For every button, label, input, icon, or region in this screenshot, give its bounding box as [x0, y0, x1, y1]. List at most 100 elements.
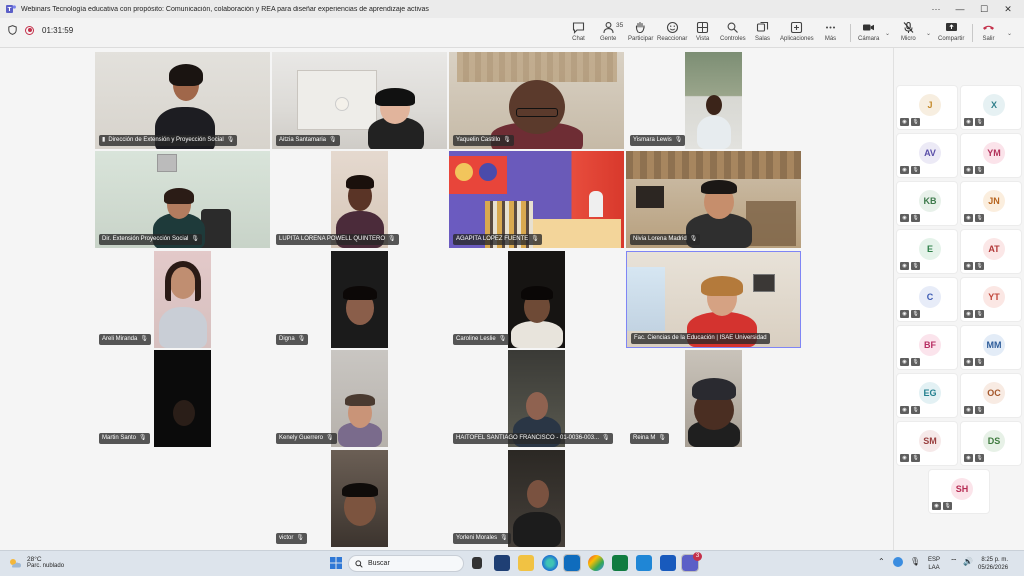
- video-tile[interactable]: Kenely Guerrero 🎙: [272, 350, 447, 447]
- roster-participant-card[interactable]: YT ◉ 🎙: [960, 277, 1022, 322]
- roster-participant-card[interactable]: C ◉ 🎙: [896, 277, 958, 322]
- participant-icon: ◉: [900, 310, 909, 318]
- participant-roster: J ◉ 🎙 X ◉ 🎙 AV ◉ 🎙 YM ◉ 🎙 KB ◉ 🎙 JN ◉ 🎙 E ◉ 🎙 AT ◉ 🎙 C ◉ 🎙 YT ◉ 🎙 BF ◉ 🎙…: [893, 48, 1024, 550]
- roster-participant-card[interactable]: AV ◉ 🎙: [896, 133, 958, 178]
- video-tile[interactable]: Reina M 🎙: [626, 350, 801, 447]
- participant-name-tag: Areli Miranda 🎙: [99, 334, 151, 345]
- video-tile[interactable]: Yismara Lewis 🎙: [626, 52, 801, 149]
- roster-participant-card[interactable]: EG ◉ 🎙: [896, 373, 958, 418]
- video-tile[interactable]: Yorleni Morales 🎙: [449, 450, 624, 547]
- raise-hand-button[interactable]: Participar: [628, 21, 653, 42]
- maximize-button[interactable]: ☐: [972, 4, 996, 15]
- video-tile[interactable]: Martin Santo 🎙: [95, 350, 270, 447]
- roster-participant-card[interactable]: SH ◉ 🎙: [928, 469, 990, 514]
- roster-participant-card[interactable]: AT ◉ 🎙: [960, 229, 1022, 274]
- participant-name-tag: Aitzia Santamaria 🎙: [276, 135, 340, 146]
- share-button[interactable]: Compartir: [938, 21, 964, 42]
- participant-name-tag: Nivia Lorena Madrid 🎙: [630, 234, 701, 245]
- video-tile[interactable]: Nivia Lorena Madrid 🎙: [626, 151, 801, 248]
- video-tile[interactable]: HAITOFEL SANTIAGO FRANCISCO - 01-0036-00…: [449, 350, 624, 447]
- camera-options-chevron-icon[interactable]: ⌄: [885, 30, 890, 37]
- close-button[interactable]: ✕: [996, 4, 1020, 15]
- participant-icon: ◉: [900, 406, 909, 414]
- leave-button[interactable]: Salir: [982, 21, 995, 42]
- app-icon[interactable]: [494, 555, 510, 571]
- tray-chevron-icon[interactable]: ⌃: [878, 558, 885, 566]
- video-tile[interactable]: Digna 🎙: [272, 251, 447, 348]
- volume-icon[interactable]: 🔊: [963, 558, 973, 566]
- avatar: OC: [983, 382, 1005, 404]
- hand-icon: [636, 21, 645, 34]
- weather-widget[interactable]: 28°C Parc. nublado: [8, 556, 64, 569]
- word-icon[interactable]: [660, 555, 676, 571]
- roster-participant-card[interactable]: OC ◉ 🎙: [960, 373, 1022, 418]
- chrome-icon[interactable]: [588, 555, 604, 571]
- roster-participant-card[interactable]: J ◉ 🎙: [896, 85, 958, 130]
- react-button[interactable]: Reaccionar: [657, 21, 687, 42]
- active-speaker-tile[interactable]: Fac. Ciencias de la Educación | ISAE Uni…: [626, 251, 801, 348]
- mic-off-icon: 🎙: [975, 214, 984, 222]
- edge-browser-icon[interactable]: [542, 555, 558, 571]
- leave-options-chevron-icon[interactable]: ⌄: [1007, 30, 1012, 37]
- excel-icon[interactable]: [612, 555, 628, 571]
- avatar: YM: [983, 142, 1005, 164]
- roster-participant-card[interactable]: X ◉ 🎙: [960, 85, 1022, 130]
- mic-tray-icon[interactable]: 🎙: [910, 558, 920, 566]
- roster-participant-card[interactable]: DS ◉ 🎙: [960, 421, 1022, 466]
- rooms-button[interactable]: Salas: [755, 21, 770, 42]
- video-tile[interactable]: Dir. Extensión Proyección Social 🎙: [95, 151, 270, 248]
- participant-icon: ◉: [964, 358, 973, 366]
- status-icons: ◉ 🎙: [964, 262, 984, 270]
- roster-participant-card[interactable]: JN ◉ 🎙: [960, 181, 1022, 226]
- view-button[interactable]: Vista: [696, 21, 709, 42]
- video-tile[interactable]: Caroline Leslie 🎙: [449, 251, 624, 348]
- video-tile[interactable]: Aitzia Santamaria 🎙: [272, 52, 447, 149]
- roster-participant-card[interactable]: E ◉ 🎙: [896, 229, 958, 274]
- mic-button[interactable]: Micro: [901, 21, 916, 42]
- shield-icon[interactable]: [8, 25, 17, 35]
- video-tile[interactable]: Areli Miranda 🎙: [95, 251, 270, 348]
- outlook-icon[interactable]: [563, 554, 581, 572]
- participant-icon: ◉: [964, 166, 973, 174]
- avatar: C: [919, 286, 941, 308]
- photos-icon[interactable]: [636, 555, 652, 571]
- roster-participant-card[interactable]: BF ◉ 🎙: [896, 325, 958, 370]
- roster-participant-card[interactable]: KB ◉ 🎙: [896, 181, 958, 226]
- mic-off-icon: 🎙: [329, 137, 337, 143]
- more-button[interactable]: Más: [824, 21, 837, 42]
- camera-button[interactable]: Cámara: [858, 21, 879, 42]
- video-tile[interactable]: AGAPITA LOPEZ FUENTE 🎙: [449, 151, 624, 248]
- wifi-icon[interactable]: ⌔: [950, 558, 958, 566]
- teams-taskbar-icon[interactable]: 3: [681, 552, 702, 572]
- toolbar-separator: [850, 24, 851, 42]
- minimize-button[interactable]: —: [948, 4, 972, 14]
- file-explorer-icon[interactable]: [518, 555, 534, 571]
- video-tile[interactable]: LUPITA LORENA POWELL QUINTERO 🎙: [272, 151, 447, 248]
- roster-participant-card[interactable]: MM ◉ 🎙: [960, 325, 1022, 370]
- controls-button[interactable]: Controles: [720, 21, 746, 42]
- mic-off-icon: 🎙: [911, 454, 920, 462]
- signal-icon: ▮: [102, 137, 106, 143]
- taskbar-search[interactable]: Buscar: [348, 555, 464, 572]
- roster-participant-card[interactable]: YM ◉ 🎙: [960, 133, 1022, 178]
- participant-icon: ◉: [900, 454, 909, 462]
- video-tile[interactable]: ▮ Dirección de Extensión y Proyección Soc…: [95, 52, 270, 149]
- windows-start-icon[interactable]: [328, 555, 344, 571]
- mic-options-chevron-icon[interactable]: ⌄: [926, 30, 931, 37]
- avatar: AV: [919, 142, 941, 164]
- task-view-icon[interactable]: [472, 557, 482, 569]
- more-options-button[interactable]: ···: [924, 4, 948, 14]
- chat-icon: [572, 22, 585, 34]
- chat-button[interactable]: Chat: [572, 21, 585, 42]
- meeting-toolbar: 01:31:59 Chat 35 Gente Participar Reacci…: [0, 18, 1024, 48]
- clock[interactable]: 8:25 p. m. 05/26/2026: [978, 556, 1008, 572]
- people-button[interactable]: 35 Gente: [600, 21, 623, 42]
- roster-participant-card[interactable]: SM ◉ 🎙: [896, 421, 958, 466]
- mic-off-icon: 🎙: [975, 166, 984, 174]
- onedrive-icon[interactable]: [893, 557, 903, 567]
- apps-button[interactable]: Aplicaciones: [780, 21, 814, 42]
- language-indicator[interactable]: ESP LAA: [928, 556, 940, 572]
- status-icons: ◉ 🎙: [900, 118, 920, 126]
- video-tile[interactable]: victor 🎙: [272, 450, 447, 547]
- video-tile[interactable]: Yaquelin Castillo 🎙: [449, 52, 624, 149]
